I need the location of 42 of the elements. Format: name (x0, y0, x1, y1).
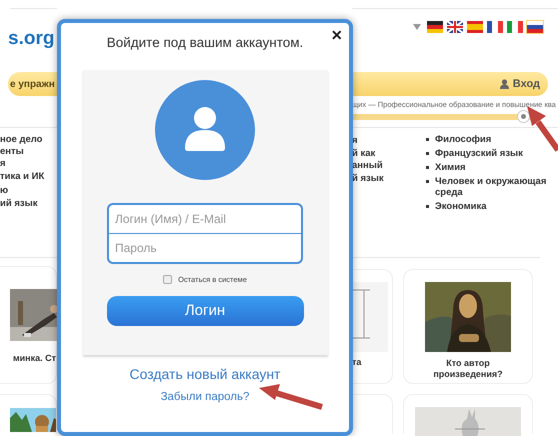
bullet-icon (426, 205, 429, 208)
language-flag[interactable] (426, 20, 444, 34)
language-flag[interactable] (486, 20, 504, 34)
nav-tab[interactable]: е упражн (10, 76, 55, 92)
subject-link[interactable]: ий язык (0, 199, 38, 209)
subject-link[interactable]: ю (0, 186, 8, 196)
subject-link[interactable]: Философия (435, 134, 492, 145)
register-link[interactable]: Создать новый аккаунт (130, 366, 280, 380)
dialog-title: Войдите под вашим аккаунтом. (106, 36, 304, 50)
subject-link[interactable]: ное дело (0, 135, 42, 145)
forgot-password-link[interactable]: Забыли пароль? (160, 392, 250, 403)
card-caption: минка. Ст (12, 352, 56, 365)
card[interactable]: минка. Ст (0, 266, 57, 384)
user-icon (500, 79, 509, 89)
card-caption: Кто автор произведения? (432, 358, 504, 380)
close-button[interactable]: × (331, 26, 342, 44)
login-link[interactable]: Вход (500, 76, 540, 92)
annotation-arrow (259, 384, 323, 410)
subject-link[interactable]: я (0, 158, 6, 168)
avatar-icon (155, 80, 255, 180)
language-flag[interactable] (446, 20, 464, 34)
subject-link[interactable]: енты (0, 147, 24, 157)
bullet-icon (426, 166, 429, 169)
card[interactable]: та (352, 269, 393, 384)
subject-link[interactable]: Химия (435, 162, 466, 173)
subject-link[interactable]: Человек и окружающая среда (435, 176, 554, 198)
language-flag[interactable] (526, 20, 544, 34)
card-caption: та (352, 358, 362, 367)
site-logo[interactable]: s.org (8, 24, 54, 54)
subject-link[interactable]: анный (352, 161, 383, 171)
bullet-icon (426, 138, 429, 141)
caret-icon (413, 24, 421, 30)
subject-link[interactable]: тика и ИК (0, 172, 44, 182)
annotation-arrow (527, 106, 558, 152)
remember-checkbox[interactable] (163, 274, 172, 284)
bullet-icon (426, 152, 429, 155)
login-button[interactable]: Логин (106, 296, 304, 326)
bullet-icon (426, 180, 429, 183)
subject-link[interactable]: Экономика (435, 201, 487, 212)
card[interactable]: Кто автор произведения? (403, 269, 533, 384)
subject-link[interactable]: Французский язык (435, 148, 523, 159)
card[interactable] (0, 394, 57, 434)
